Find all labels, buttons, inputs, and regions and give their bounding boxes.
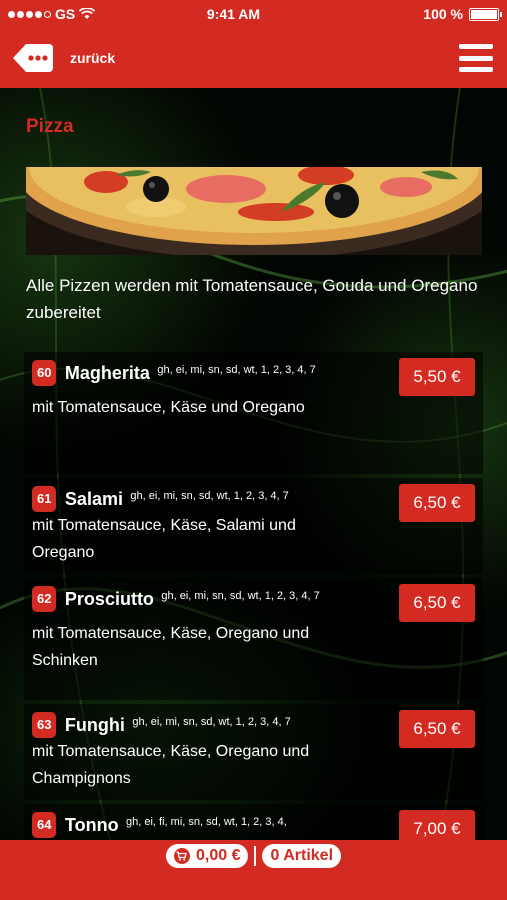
carrier-name: GS [55, 6, 76, 22]
menu-item: 62 Prosciutto gh, ei, mi, sn, sd, wt, 1,… [24, 578, 483, 700]
pizza-image [26, 167, 482, 255]
menu-content: Pizza Alle Pizzen werden mit Tomatensauc… [0, 88, 507, 840]
cart-total: 0,00 € [195, 847, 241, 864]
section-title: Pizza [26, 116, 74, 137]
item-name: Magherita [64, 363, 150, 383]
add-to-cart-price-button[interactable]: 6,50 € [399, 484, 475, 522]
item-number: 63 [32, 712, 57, 738]
item-description: mit Tomatensauce, Käse, Salami und Orega… [32, 517, 296, 561]
back-label: zurück [70, 50, 116, 66]
item-name: Prosciutto [64, 589, 154, 609]
battery-percent: 100 % [423, 6, 463, 22]
article-count: 0 Artikel [270, 847, 334, 864]
item-number: 64 [32, 812, 57, 838]
menu-item: 64 Tonno gh, ei, fi, mi, sn, sd, wt, 1, … [24, 804, 483, 840]
item-name: Funghi [64, 715, 125, 735]
add-to-cart-price-button[interactable]: 6,50 € [399, 710, 475, 748]
app-header: zurück [0, 28, 507, 88]
article-count-button[interactable]: 0 Artikel [262, 844, 342, 868]
item-description: mit Tomatensauce, Käse und Oregano [32, 399, 305, 416]
battery-icon [469, 7, 502, 21]
wifi-icon [79, 8, 96, 19]
cart-footer: 0,00 € 0 Artikel [0, 840, 507, 900]
menu-item: 60 Magherita gh, ei, mi, sn, sd, wt, 1, … [24, 352, 483, 474]
signal-dots-icon [8, 10, 51, 18]
item-allergens: gh, ei, mi, sn, sd, wt, 1, 2, 3, 4, 7 [157, 364, 316, 376]
add-to-cart-price-button[interactable]: 5,50 € [399, 358, 475, 396]
item-allergens: gh, ei, mi, sn, sd, wt, 1, 2, 3, 4, 7 [130, 490, 289, 502]
add-to-cart-price-button[interactable]: 6,50 € [399, 584, 475, 622]
item-description: mit Tomatensauce, Käse, Oregano und Cham… [32, 743, 310, 787]
item-description: mit Tomatensauce, Käse, Oregano und Schi… [32, 625, 310, 669]
menu-item: 63 Funghi gh, ei, mi, sn, sd, wt, 1, 2, … [24, 704, 483, 800]
item-number: 62 [32, 586, 57, 612]
item-allergens: gh, ei, fi, mi, sn, sd, wt, 1, 2, 3, 4, [126, 816, 287, 828]
add-to-cart-price-button[interactable]: 7,00 € [399, 810, 475, 840]
item-allergens: gh, ei, mi, sn, sd, wt, 1, 2, 3, 4, 7 [132, 716, 291, 728]
menu-icon[interactable] [459, 44, 493, 72]
item-allergens: gh, ei, mi, sn, sd, wt, 1, 2, 3, 4, 7 [161, 590, 320, 602]
item-name: Salami [64, 489, 123, 509]
footer-divider [254, 846, 257, 866]
status-bar: GS 9:41 AM 100 % [0, 0, 507, 28]
item-name: Tonno [64, 815, 119, 835]
cart-total-button[interactable]: 0,00 € [165, 844, 249, 868]
section-intro: Alle Pizzen werden mit Tomatensauce, Gou… [26, 276, 478, 322]
cart-icon [173, 848, 190, 864]
back-button[interactable]: zurück [12, 43, 115, 73]
clock: 9:41 AM [206, 6, 261, 22]
item-number: 60 [32, 360, 57, 386]
back-icon [13, 44, 53, 72]
item-number: 61 [32, 486, 57, 512]
menu-item: 61 Salami gh, ei, mi, sn, sd, wt, 1, 2, … [24, 478, 483, 574]
